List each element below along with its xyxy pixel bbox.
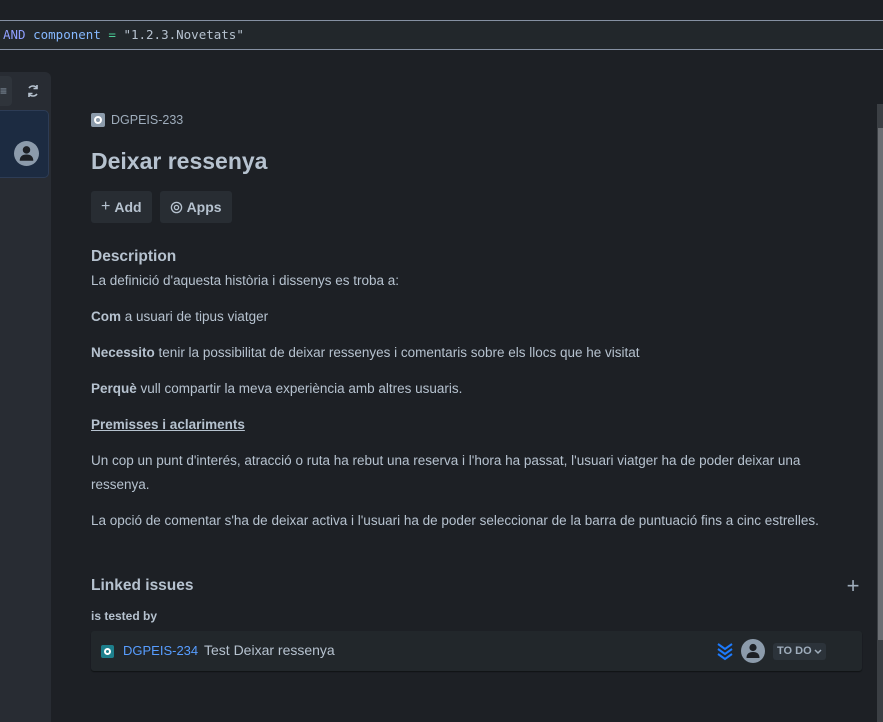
description-com: Com a usuari de tipus viatger: [91, 309, 268, 324]
description-intro: La definició d'aquesta història i dissen…: [91, 273, 400, 288]
chevron-down-icon: [814, 648, 822, 654]
issue-list-panel: ≡: [0, 72, 51, 722]
link-relation-label: is tested by: [91, 609, 158, 623]
apps-button[interactable]: Apps: [159, 191, 232, 223]
refresh-button[interactable]: [20, 78, 46, 104]
jql-query-bar[interactable]: AND component = "1.2.3.Novetats": [0, 20, 883, 50]
jql-keyword: AND: [3, 27, 26, 42]
status-label: TO DO: [777, 645, 812, 657]
breadcrumb: DGPEIS-233: [91, 113, 183, 127]
refresh-icon: [28, 85, 38, 97]
com-label: Com: [91, 309, 121, 324]
priority-lowest-icon: [717, 643, 733, 661]
necessito-label: Necessito: [91, 345, 155, 360]
description-paragraph-1: Un cop un punt d'interés, atracció o rut…: [91, 453, 801, 492]
plus-icon: +: [846, 573, 860, 598]
description-perque: Perquè vull compartir la meva experiènci…: [91, 381, 462, 396]
story-icon: [91, 113, 105, 127]
premisses-heading: Premisses i aclariments: [91, 417, 245, 432]
description-necessito: Necessito tenir la possibilitat de deixa…: [91, 345, 640, 360]
linked-issues-heading: Linked issues: [91, 577, 194, 594]
linked-issue-row[interactable]: DGPEIS-234 Test Deixar ressenya TO DO: [91, 631, 862, 671]
filter-icon: ≡: [0, 84, 8, 98]
perque-text: vull compartir la meva experiència amb a…: [136, 381, 463, 396]
assignee-avatar-icon[interactable]: [741, 639, 765, 663]
add-button-label: Add: [114, 199, 142, 215]
jql-value: "1.2.3.Novetats": [123, 27, 244, 42]
add-button[interactable]: + Add: [91, 191, 152, 223]
plus-icon: +: [101, 198, 111, 215]
linked-issue-summary[interactable]: Test Deixar ressenya: [204, 642, 335, 658]
linked-issue-key[interactable]: DGPEIS-234: [123, 643, 198, 658]
com-text: a usuari de tipus viatger: [121, 309, 269, 324]
filter-button[interactable]: ≡: [0, 76, 12, 106]
description-heading: Description: [91, 248, 177, 265]
necessito-text: tenir la possibilitat de deixar ressenye…: [154, 345, 640, 360]
test-issue-type-icon: [101, 645, 114, 658]
scrollbar-thumb[interactable]: [878, 128, 883, 640]
user-avatar-icon: [14, 141, 39, 166]
jql-field: component: [33, 27, 101, 42]
jql-operator: =: [108, 27, 116, 42]
apps-icon: [170, 201, 182, 213]
issue-key-link[interactable]: DGPEIS-233: [111, 113, 183, 127]
status-dropdown[interactable]: TO DO: [773, 643, 826, 660]
perque-label: Perquè: [91, 381, 137, 396]
add-linked-issue-button[interactable]: +: [843, 573, 863, 598]
apps-button-label: Apps: [186, 199, 222, 215]
issue-title[interactable]: Deixar ressenya: [91, 148, 267, 175]
description-paragraph-2: La opció de comentar s'ha de deixar acti…: [91, 513, 819, 528]
